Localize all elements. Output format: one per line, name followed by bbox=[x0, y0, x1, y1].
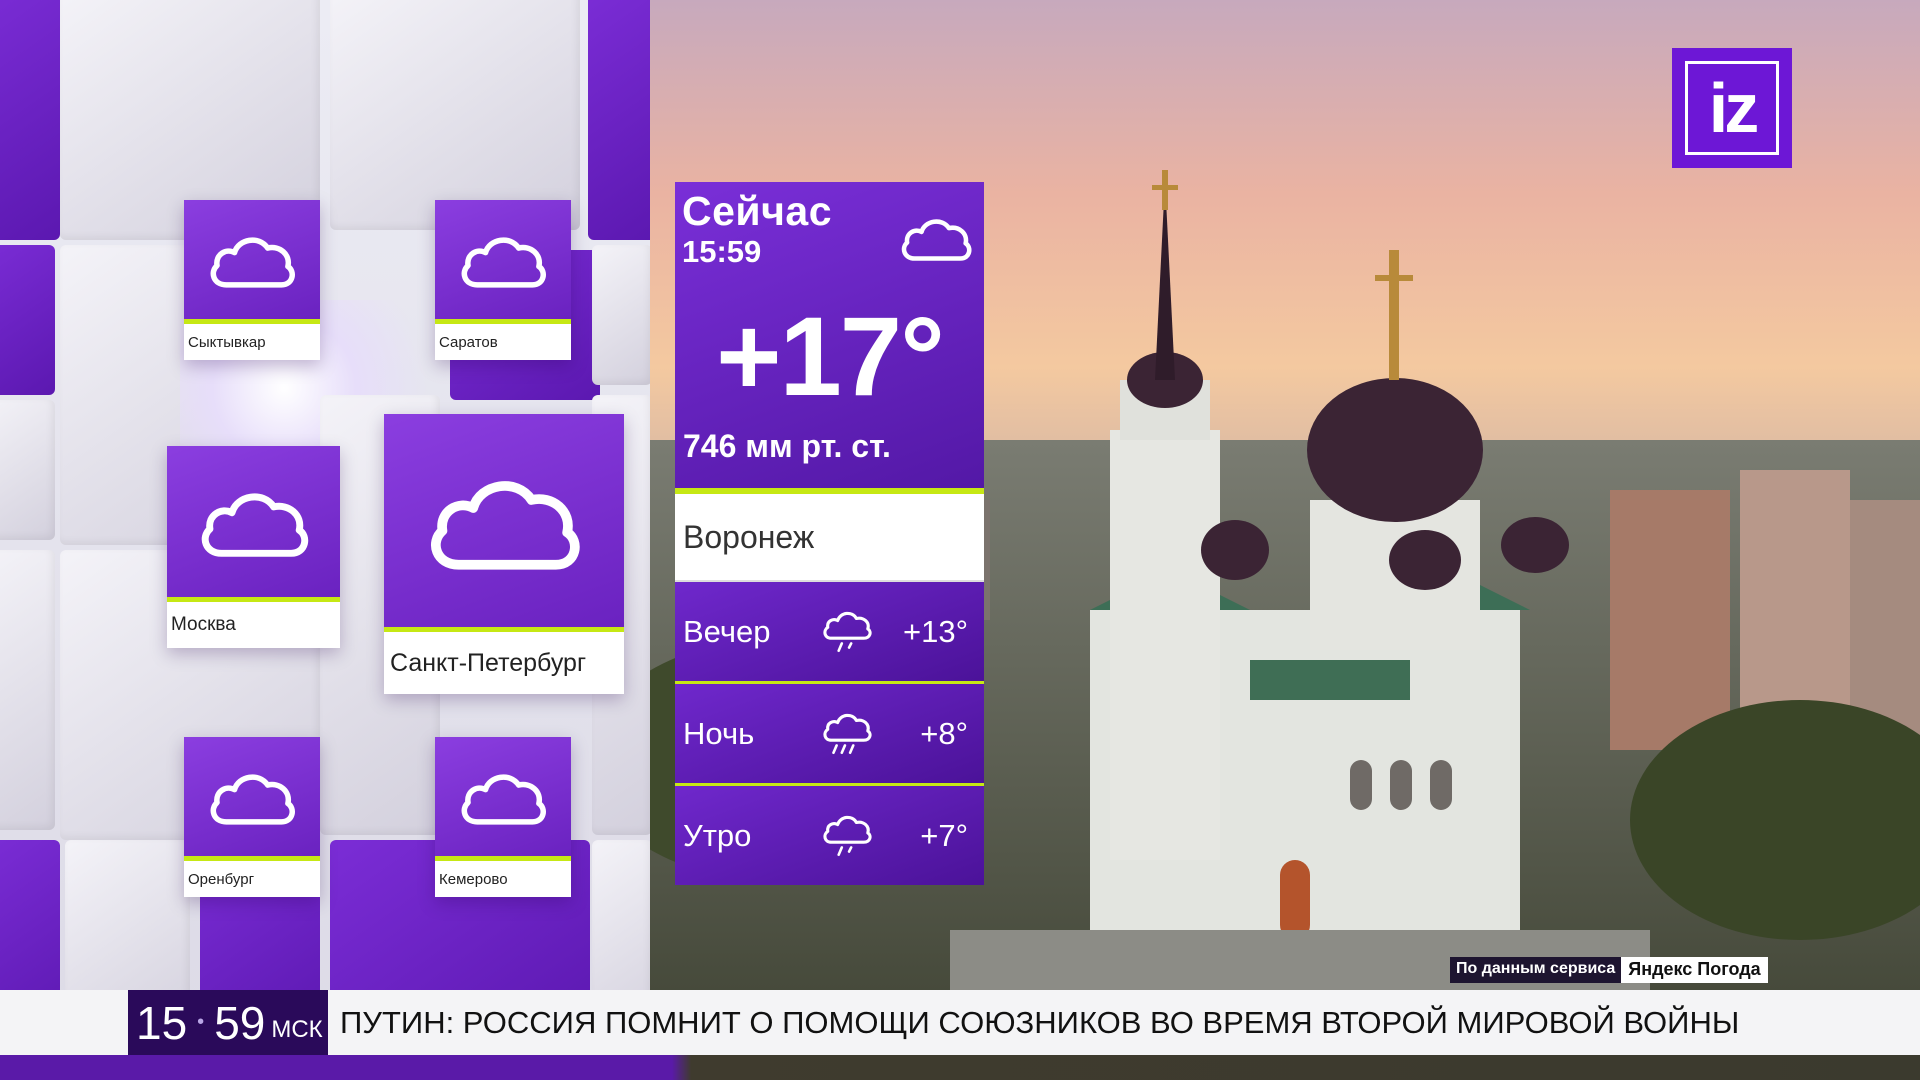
cloud-icon bbox=[431, 480, 580, 570]
city-card-syktyvkar: Сыктывкар bbox=[184, 200, 320, 360]
now-time: 15:59 bbox=[682, 234, 762, 269]
city-card-label: Сыктывкар bbox=[184, 324, 320, 360]
clock-zone: МСК bbox=[271, 1015, 323, 1043]
ticker-headline: ПУТИН: РОССИЯ ПОМНИТ О ПОМОЩИ СОЮЗНИКОВ … bbox=[340, 1004, 1740, 1040]
clock-minutes: 59 bbox=[214, 996, 266, 1049]
clock-hours: 15 bbox=[136, 996, 188, 1049]
city-card-saratov: Саратов bbox=[435, 200, 571, 360]
cloud-icon bbox=[901, 219, 972, 261]
forecast-name: Утро bbox=[683, 817, 752, 853]
source-service: Яндекс Погода bbox=[1621, 957, 1768, 983]
city-card-label: Санкт-Петербург bbox=[384, 632, 624, 694]
now-icon-wrap bbox=[898, 212, 974, 269]
forecast-name: Ночь bbox=[683, 715, 755, 751]
ticker-underbar bbox=[0, 1055, 1920, 1080]
channel-logo: iz bbox=[1672, 48, 1792, 168]
forecast-temp: +8° bbox=[920, 715, 968, 751]
now-pressure: 746 мм рт. ст. bbox=[683, 428, 891, 464]
forecast-row-night: Ночь +8° bbox=[675, 681, 984, 783]
mosaic-tile bbox=[0, 400, 55, 540]
logo-text: iz bbox=[1685, 61, 1779, 155]
city-card-label: Москва bbox=[167, 602, 340, 648]
forecast-temp: +13° bbox=[903, 613, 968, 649]
cloud-icon bbox=[210, 236, 295, 288]
light-rain-icon bbox=[821, 810, 873, 867]
city-card-saint-petersburg: Санкт-Петербург bbox=[384, 414, 624, 694]
city-card-label: Кемерово bbox=[435, 861, 571, 897]
city-card-label: Саратов bbox=[435, 324, 571, 360]
mosaic-tile bbox=[588, 0, 650, 240]
mosaic-tile bbox=[592, 245, 650, 385]
mosaic-tile bbox=[330, 0, 580, 230]
data-source: По данным сервиса Яндекс Погода bbox=[1450, 957, 1768, 983]
now-title: Сейчас bbox=[682, 188, 833, 234]
city-name: Воронеж bbox=[675, 494, 984, 582]
source-prefix: По данным сервиса bbox=[1450, 957, 1622, 983]
cloud-icon bbox=[210, 773, 295, 825]
cloud-icon bbox=[201, 492, 308, 557]
current-weather: Сейчас 15:59 +17° 746 мм рт. ст. bbox=[675, 182, 984, 488]
ticker-clock: 15 • 59 МСК bbox=[128, 990, 328, 1055]
mosaic-tile bbox=[0, 245, 55, 395]
forecast-temp: +7° bbox=[920, 817, 968, 853]
city-card-kemerovo: Кемерово bbox=[435, 737, 571, 897]
cloud-icon bbox=[461, 236, 546, 288]
now-temperature: +17° bbox=[716, 294, 945, 419]
mosaic-tile bbox=[0, 0, 60, 240]
forecast-name: Вечер bbox=[683, 613, 771, 649]
forecast-row-evening: Вечер +13° bbox=[675, 582, 984, 681]
light-rain-icon bbox=[821, 606, 873, 663]
city-card-orenburg: Оренбург bbox=[184, 737, 320, 897]
city-mosaic: Сыктывкар Саратов Москва Санкт-Петербург… bbox=[0, 0, 650, 1080]
clock-separator: • bbox=[197, 1011, 205, 1033]
city-card-moscow: Москва bbox=[167, 446, 340, 648]
city-card-label: Оренбург bbox=[184, 861, 320, 897]
forecast-row-morning: Утро +7° bbox=[675, 783, 984, 885]
weather-panel: Сейчас 15:59 +17° 746 мм рт. ст. Воронеж… bbox=[675, 182, 984, 885]
cloud-icon bbox=[461, 773, 546, 825]
rain-icon bbox=[821, 708, 873, 765]
mosaic-tile bbox=[0, 550, 55, 830]
